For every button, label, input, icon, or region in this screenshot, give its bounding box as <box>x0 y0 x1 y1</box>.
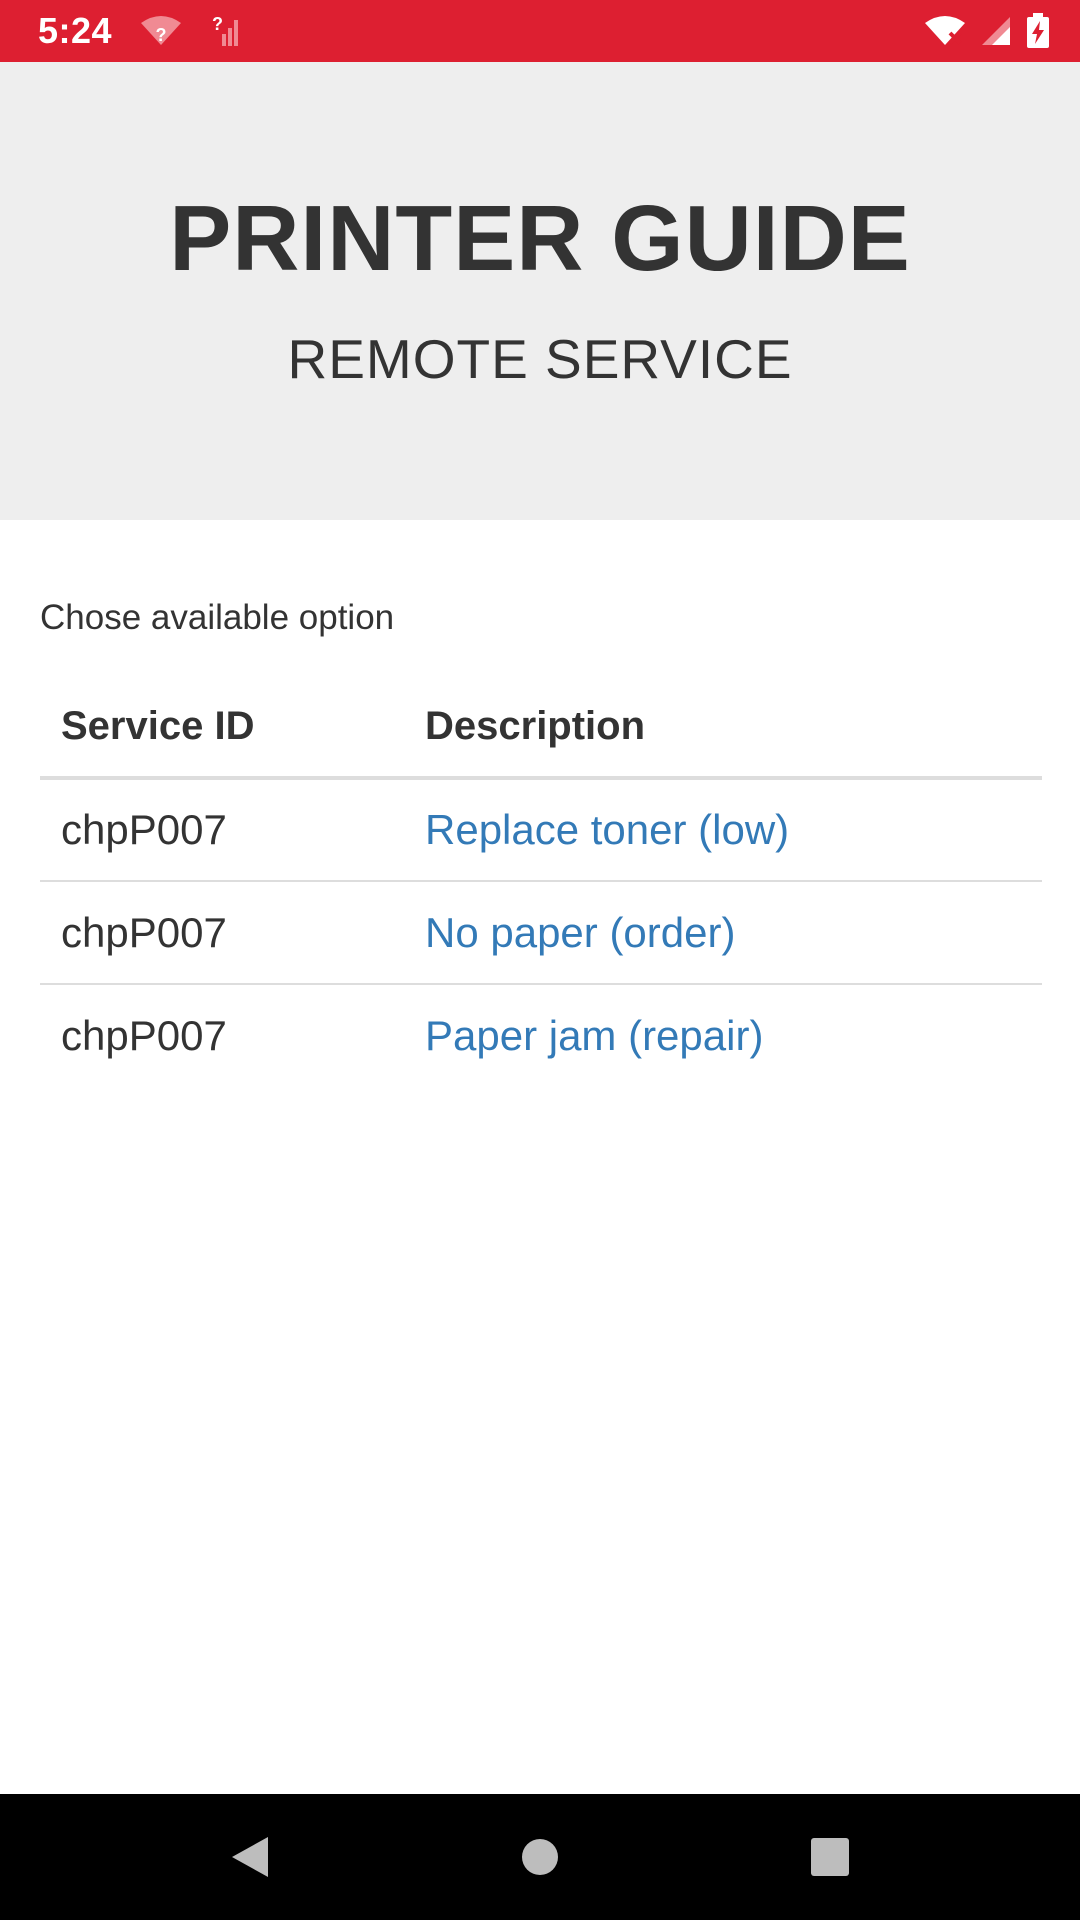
table-row: chpP007 Paper jam (repair) <box>40 983 1042 1087</box>
status-bar: 5:24 ? ? <box>0 0 1080 62</box>
description-cell: Paper jam (repair) <box>404 983 1042 1087</box>
column-header-service-id: Service ID <box>40 676 404 780</box>
battery-charging-icon <box>1026 13 1050 49</box>
status-time: 5:24 <box>38 10 113 51</box>
navigation-bar <box>0 1794 1080 1920</box>
paper-jam-link[interactable]: Paper jam (repair) <box>425 1012 763 1059</box>
instruction-text: Chose available option <box>40 598 395 637</box>
service-id-cell: chpP007 <box>61 806 227 853</box>
svg-text:?: ? <box>212 14 223 34</box>
table-header-row: Service ID Description <box>40 676 1042 780</box>
back-icon <box>232 1837 268 1877</box>
back-button[interactable] <box>190 1807 310 1907</box>
column-header-description: Description <box>404 676 1042 780</box>
service-id-cell: chpP007 <box>40 983 404 1087</box>
recents-icon <box>811 1838 849 1876</box>
description-cell: Replace toner (low) <box>404 778 1042 881</box>
cell-signal-icon <box>980 15 1012 47</box>
home-icon <box>522 1839 558 1875</box>
screen: 5:24 ? ? PRINTER GUIDE REMOTE SERVICE Ch… <box>0 0 1080 1920</box>
no-paper-link[interactable]: No paper (order) <box>425 909 735 956</box>
header-banner: PRINTER GUIDE REMOTE SERVICE <box>0 62 1080 520</box>
table-row: chpP007 No paper (order) <box>40 880 1042 984</box>
service-id-cell: chpP007 <box>40 880 404 984</box>
replace-toner-link[interactable]: Replace toner (low) <box>425 806 789 853</box>
page-title: PRINTER GUIDE <box>169 186 911 290</box>
service-table: Service ID Description chpP007 Replace t… <box>40 676 1042 1087</box>
svg-text:?: ? <box>156 25 167 45</box>
description-cell: No paper (order) <box>404 880 1042 984</box>
recents-button[interactable] <box>770 1807 890 1907</box>
signal-unknown-icon: ? <box>210 14 242 48</box>
table-row: chpP007 Replace toner (low) <box>40 778 1042 881</box>
wifi-off-icon <box>924 15 966 47</box>
wifi-unknown-icon: ? <box>140 15 182 47</box>
page-subtitle: REMOTE SERVICE <box>287 328 793 390</box>
home-button[interactable] <box>480 1807 600 1907</box>
